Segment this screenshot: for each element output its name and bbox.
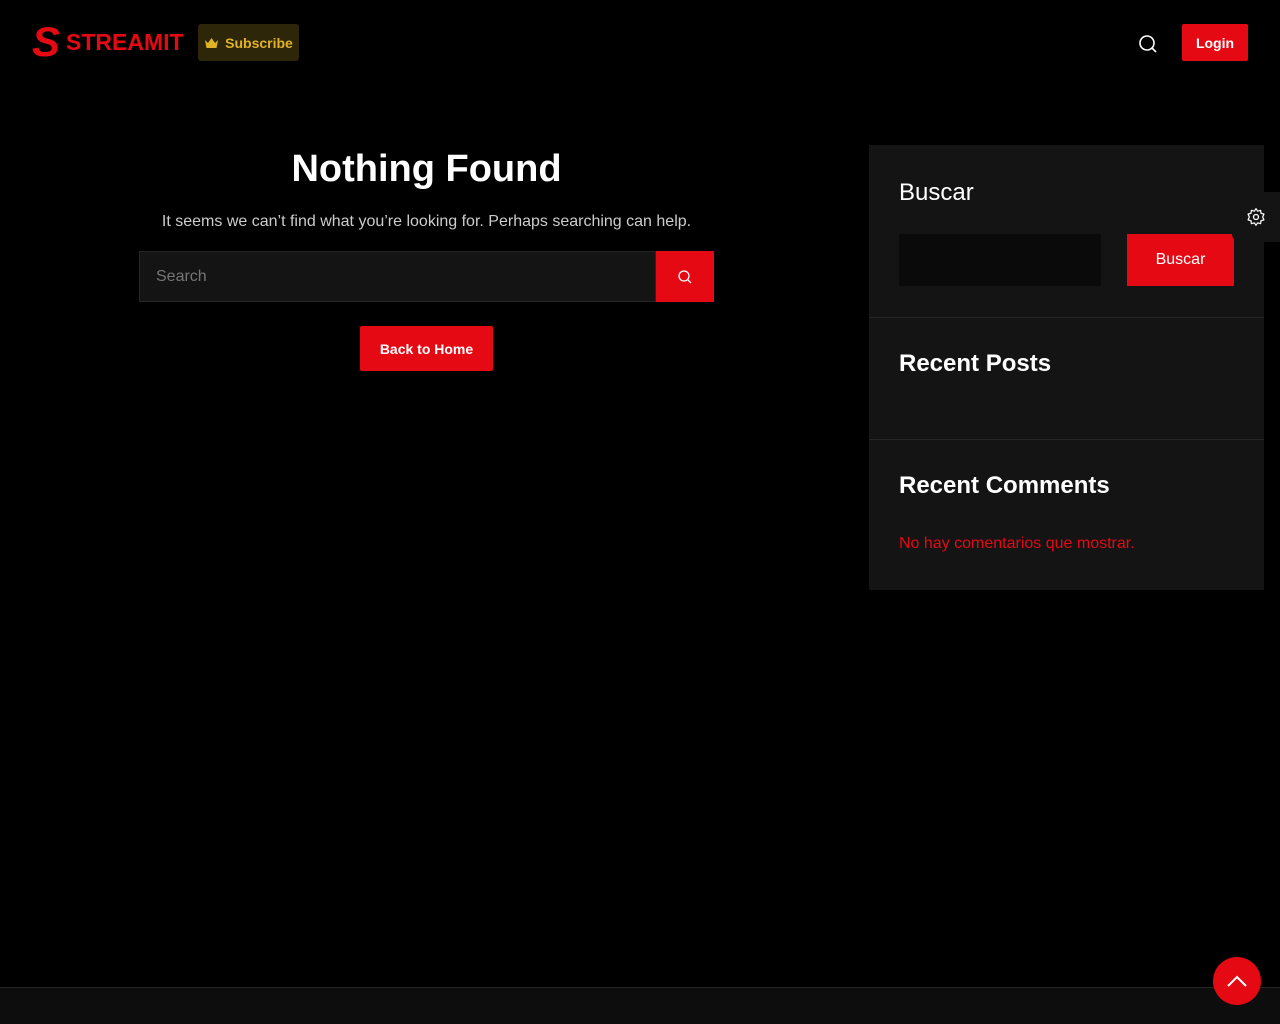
logo[interactable]: S STREAMIT [32, 18, 184, 65]
sidebar-search-button[interactable]: Buscar [1127, 234, 1234, 286]
logo-text: STREAMIT [66, 28, 184, 55]
recent-comments-title: Recent Comments [899, 472, 1110, 499]
scroll-to-top-button[interactable] [1213, 957, 1261, 1005]
login-button[interactable]: Login [1182, 24, 1248, 61]
search-input[interactable] [139, 251, 656, 302]
recent-posts-widget: Recent Posts [869, 318, 1264, 440]
footer [0, 987, 1280, 1024]
chevron-up-icon [1227, 975, 1247, 987]
search-button[interactable] [656, 251, 714, 302]
recent-comments-widget: Recent Comments No hay comentarios que m… [869, 440, 1264, 553]
search-icon [678, 269, 692, 283]
logo-icon: S [32, 18, 61, 65]
search-widget: Buscar Buscar [869, 145, 1264, 318]
not-found-message: It seems we can’t find what you’re looki… [161, 213, 692, 230]
gear-icon [1247, 208, 1265, 226]
no-comments-text: No hay comentarios que mostrar. [899, 535, 1135, 552]
search-widget-title: Buscar [899, 179, 974, 206]
sidebar: Buscar Buscar Recent Posts Recent Commen… [869, 145, 1264, 590]
back-to-home-button[interactable]: Back to Home [360, 326, 493, 371]
search-form [139, 251, 714, 302]
subscribe-button[interactable]: Subscribe [198, 24, 299, 61]
sidebar-search-input[interactable] [899, 234, 1101, 286]
recent-posts-title: Recent Posts [899, 350, 1052, 377]
subscribe-label: Subscribe [225, 34, 293, 51]
settings-button[interactable] [1232, 192, 1280, 242]
page-title: Nothing Found [291, 148, 562, 190]
crown-icon [205, 37, 219, 48]
search-icon[interactable] [1138, 34, 1158, 59]
